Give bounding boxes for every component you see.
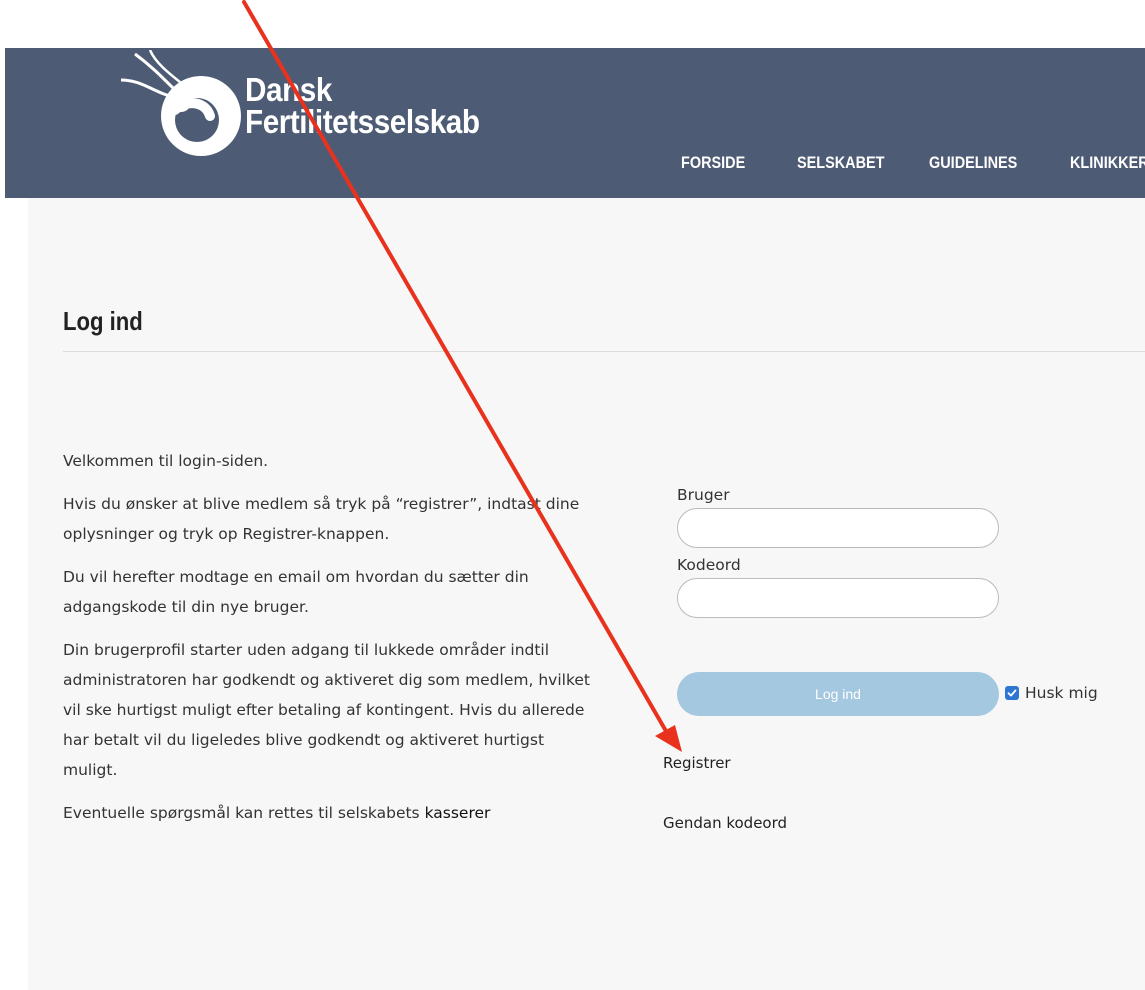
title-divider: [63, 351, 1145, 352]
intro-paragraph-3: Du vil herefter modtage en email om hvor…: [63, 568, 529, 616]
remember-checkbox[interactable]: [1005, 686, 1019, 700]
intro-paragraph-2: Hvis du ønsker at blive medlem så tryk p…: [63, 495, 580, 543]
remember-label: Husk mig: [1025, 684, 1098, 702]
register-link[interactable]: Registrer: [663, 754, 731, 772]
page: Dansk Fertilitetsselskab FORSIDE SELSKAB…: [0, 0, 1145, 990]
sperm-logo-icon: [120, 50, 241, 156]
password-input[interactable]: [677, 578, 999, 618]
nav-item-guidelines[interactable]: GUIDELINES: [929, 153, 1017, 173]
brand-name: Dansk Fertilitetsselskab: [245, 71, 506, 140]
site-header: Dansk Fertilitetsselskab FORSIDE SELSKAB…: [5, 48, 1145, 198]
username-input[interactable]: [677, 508, 999, 548]
username-label: Bruger: [677, 486, 730, 504]
intro-text: Velkommen til login-siden. Hvis du ønske…: [63, 446, 603, 841]
remember-me[interactable]: Husk mig: [1005, 684, 1098, 702]
password-label: Kodeord: [677, 556, 741, 574]
treasurer-link[interactable]: kasserer: [425, 804, 491, 822]
nav-item-selskabet[interactable]: SELSKABET: [797, 153, 885, 173]
nav-item-klinikker[interactable]: KLINIKKER: [1070, 153, 1145, 173]
page-title: Log ind: [63, 306, 143, 336]
brand-line-2: Fertilitetsselskab: [245, 103, 480, 140]
nav-item-forside[interactable]: FORSIDE: [681, 153, 745, 173]
intro-paragraph-1: Velkommen til login-siden.: [63, 452, 269, 470]
reset-password-link[interactable]: Gendan kodeord: [663, 814, 787, 832]
checkmark-icon: [1007, 689, 1017, 697]
login-row: Log ind Husk mig: [677, 672, 1137, 716]
brand-line-1: Dansk: [245, 71, 332, 108]
contact-text: Eventuelle spørgsmål kan rettes til sels…: [63, 804, 425, 822]
intro-paragraph-5: Eventuelle spørgsmål kan rettes til sels…: [63, 798, 603, 828]
login-form: Bruger Kodeord Log ind Husk mig Registre…: [663, 482, 1137, 832]
intro-paragraph-4: Din brugerprofil starter uden adgang til…: [63, 641, 590, 779]
login-button[interactable]: Log ind: [677, 672, 999, 716]
left-margin: [0, 198, 28, 990]
main-content: Log ind Velkommen til login-siden. Hvis …: [28, 198, 1145, 990]
